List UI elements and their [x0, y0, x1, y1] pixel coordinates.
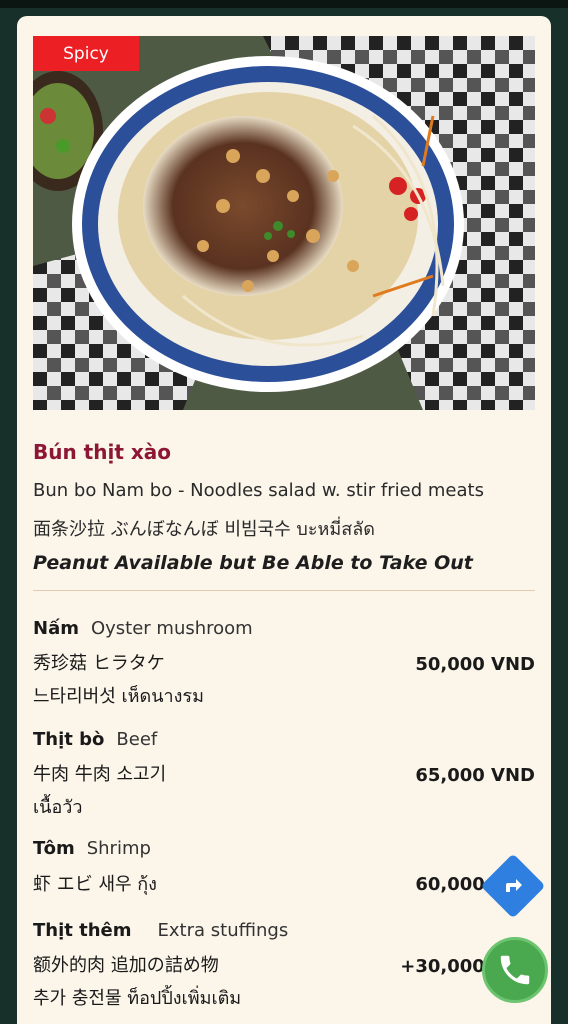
- option-name: Thịt thêm: [33, 920, 132, 941]
- option-name: Thịt bò: [33, 729, 105, 750]
- option-name: Tôm: [33, 838, 75, 859]
- option-beef[interactable]: Thịt bò Beef 牛肉 牛肉 소고기 เนื้อวัว 65,000 VN…: [33, 729, 535, 821]
- option-english: Extra stuffings: [157, 920, 289, 941]
- option-extra-stuffings[interactable]: Thịt thêm Extra stuffings 额外的肉 追加の詰め物 추가 …: [33, 920, 535, 1012]
- option-translations-2: 느타리버섯 เห็ดนางรม: [33, 686, 204, 707]
- dish-description: Bun bo Nam bo - Noodles salad w. stir fr…: [33, 480, 484, 501]
- call-button[interactable]: [482, 937, 548, 1003]
- option-mushroom[interactable]: Nấm Oyster mushroom 秀珍菇 ヒラタケ 느타리버섯 เห็ดนา…: [33, 618, 535, 710]
- dish-multilingual-name: 面条沙拉 ぶんぼなんぼ 비빔국수 บะหมี่สลัด: [33, 519, 375, 540]
- option-shrimp[interactable]: Tôm Shrimp 虾 エビ 새우 กุ้ง 60,000 VND: [33, 838, 535, 898]
- dish-note: Peanut Available but Be Able to Take Out: [33, 552, 473, 574]
- dish-title: Bún thịt xào: [33, 440, 171, 464]
- phone-icon: [500, 955, 530, 985]
- option-english: Beef: [116, 729, 158, 750]
- status-bar: [0, 0, 568, 8]
- divider: [33, 590, 535, 591]
- dish-photo: [33, 36, 535, 410]
- option-english: Shrimp: [86, 838, 151, 859]
- directions-icon: [498, 871, 528, 901]
- spicy-badge: Spicy: [33, 36, 139, 71]
- option-price: 65,000 VND: [415, 765, 535, 786]
- menu-item-card: Spicy Bún thịt xào Bun bo Nam bo - Noodl…: [17, 16, 551, 1024]
- option-english: Oyster mushroom: [90, 618, 253, 639]
- option-translations-2: 추가 충전물 ท็อปปิ้งเพิ่มเติม: [33, 988, 242, 1009]
- option-translations-2: เนื้อวัว: [33, 797, 83, 818]
- option-price: 50,000 VND: [415, 654, 535, 675]
- option-name: Nấm: [33, 618, 79, 639]
